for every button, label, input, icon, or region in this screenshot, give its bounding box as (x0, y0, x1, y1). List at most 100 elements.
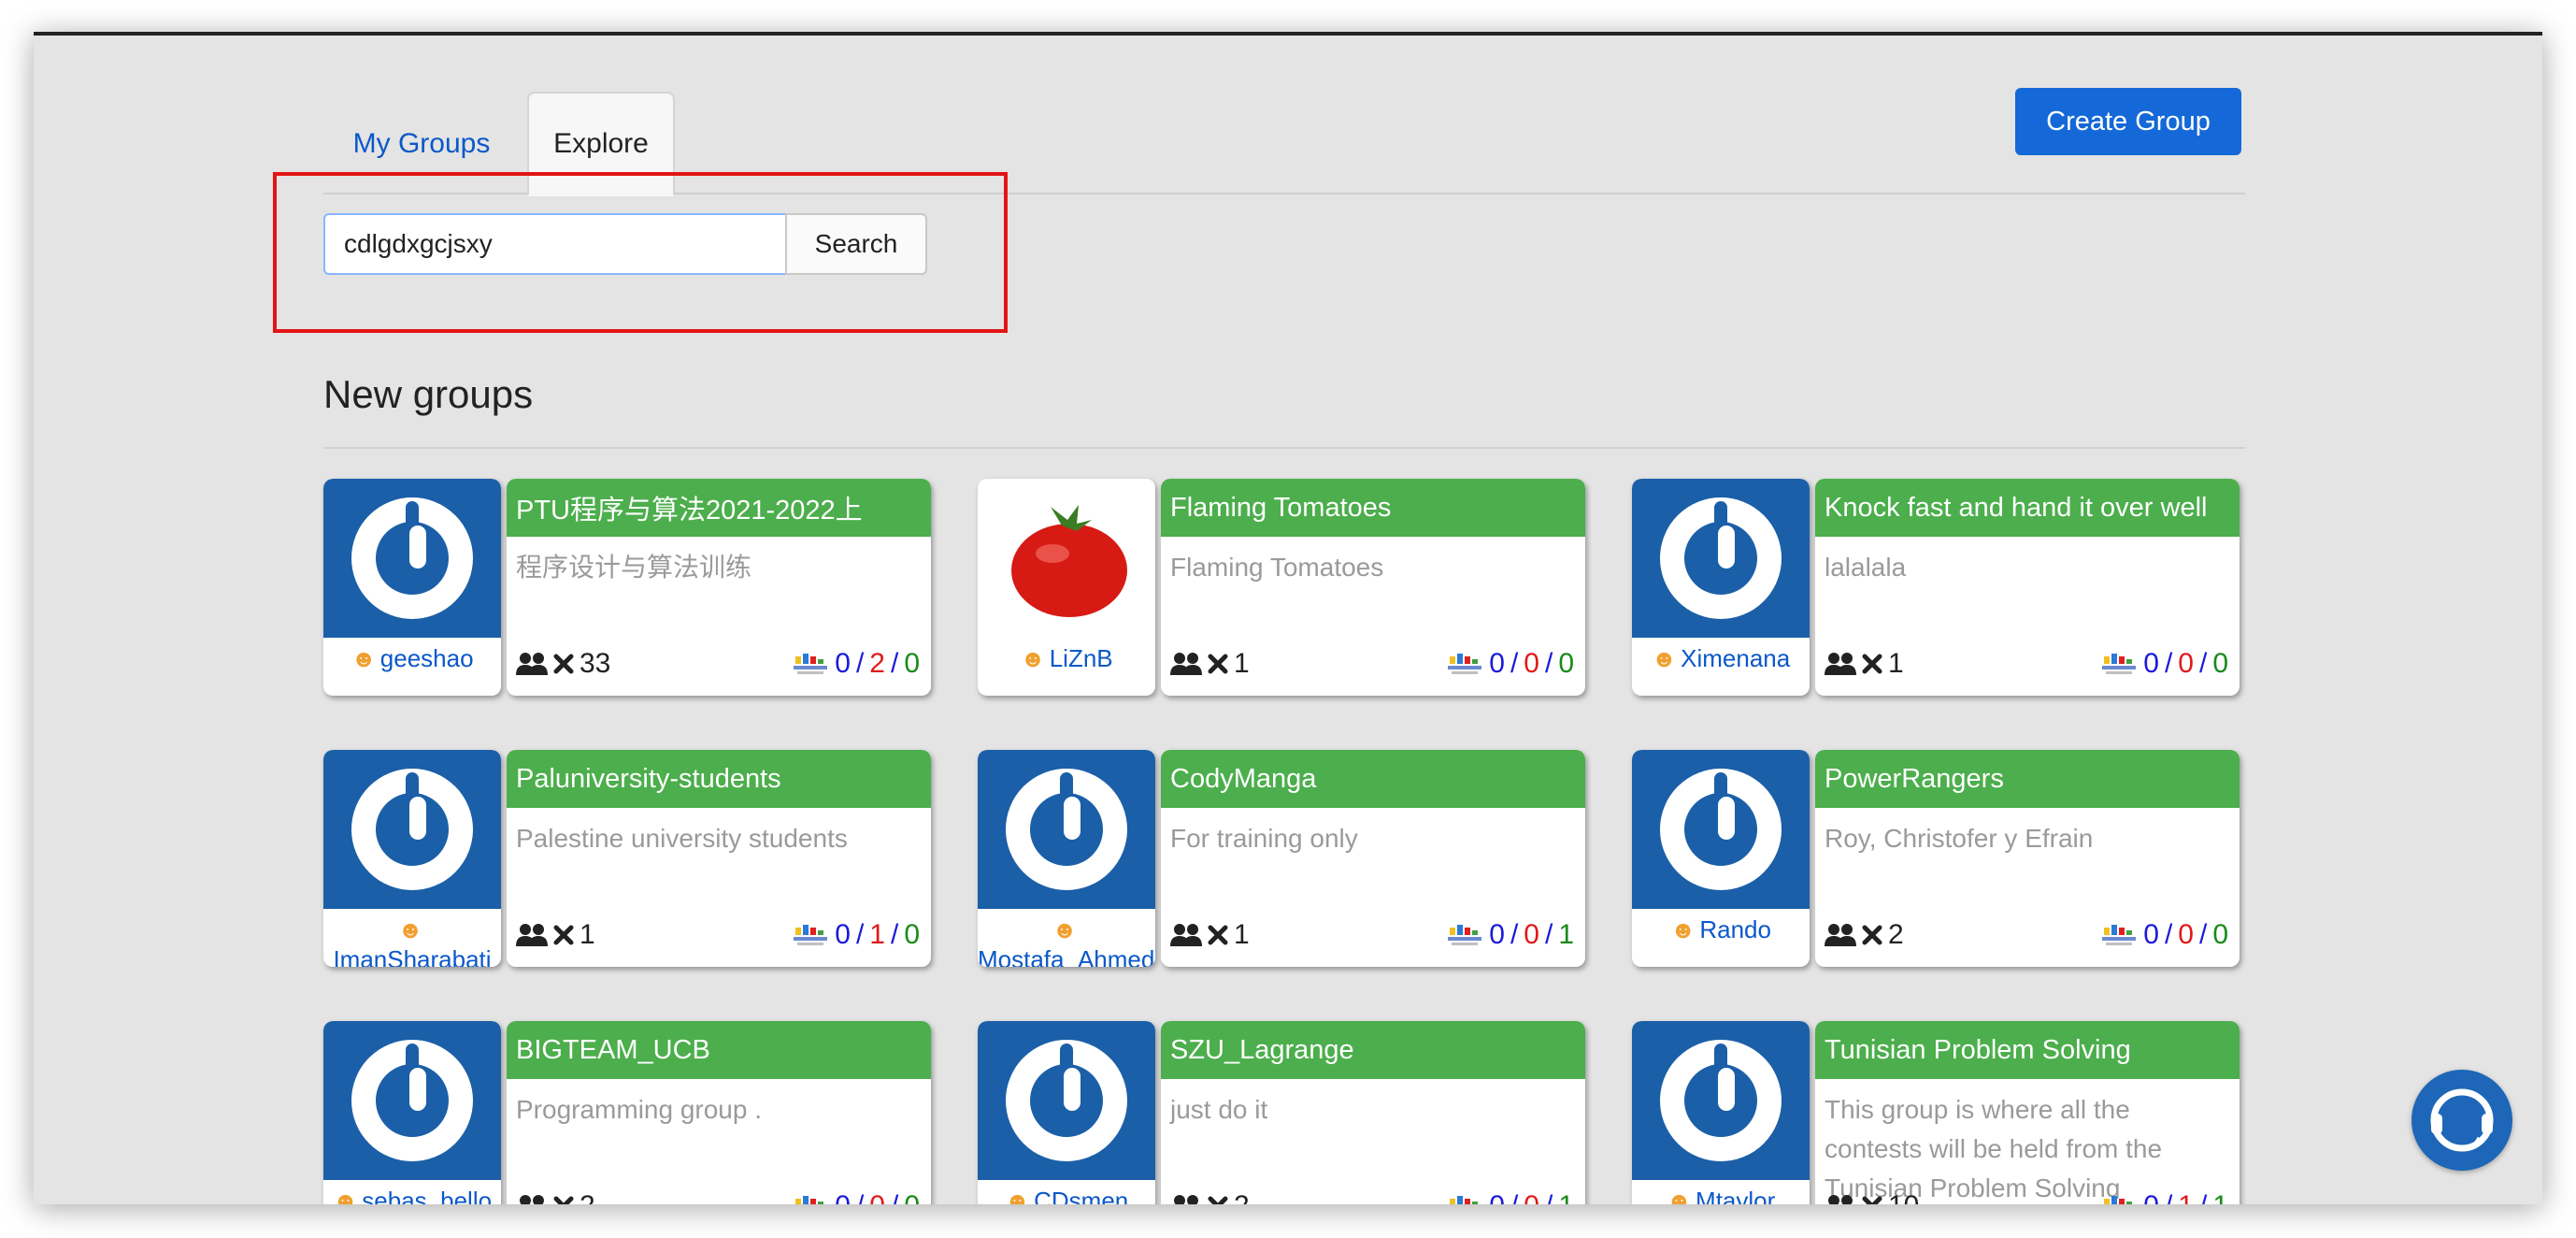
group-avatar-image[interactable] (978, 479, 1155, 638)
group-card[interactable]: ☻ geeshao PTU程序与算法2021-2022上 程序设计与算法训练 33 0/2… (323, 479, 931, 696)
group-name[interactable]: Paluniversity-students (507, 750, 931, 808)
stat-separator: / (891, 1190, 898, 1204)
group-owner-link[interactable]: ☻ sebas_bello (323, 1186, 501, 1204)
group-info[interactable]: PowerRangers Roy, Christofer y Efrain 2 0/0… (1815, 750, 2240, 967)
user-icon: ☻ (1020, 644, 1046, 672)
member-count-value: 10 (1888, 1190, 1919, 1204)
group-avatar[interactable]: ☻ Rando (1632, 750, 1810, 967)
group-description: This group is where all the contests wil… (1825, 1095, 2163, 1199)
group-name[interactable]: Tunisian Problem Solving (1815, 1021, 2240, 1079)
stat-separator: / (1544, 648, 1553, 679)
stat-blue: 0 (835, 1190, 851, 1204)
group-name[interactable]: PTU程序与算法2021-2022上 (507, 479, 931, 537)
group-avatar[interactable]: ☻ Mtaylor (1632, 1021, 1810, 1204)
group-info[interactable]: Flaming Tomatoes Flaming Tomatoes 1 0/0/0 (1161, 479, 1585, 696)
group-info[interactable]: Tunisian Problem Solving This group is wh… (1815, 1021, 2240, 1204)
group-avatar-image[interactable] (1632, 479, 1810, 638)
group-name[interactable]: Knock fast and hand it over well (1815, 479, 2240, 537)
group-info[interactable]: PTU程序与算法2021-2022上 程序设计与算法训练 33 0/2/0 (507, 479, 931, 696)
group-owner-link[interactable]: ☻ Ximenana (1632, 643, 1810, 673)
member-count: 2 (1825, 919, 1904, 951)
group-avatar[interactable]: ☻ geeshao (323, 479, 501, 696)
group-info[interactable]: SZU_Lagrangejust do it 2 0 / 0 / 1 (1161, 1021, 1585, 1204)
group-card[interactable]: ☻CDsmen SZU_Lagrangejust do it 2 0 / 0 / 1 (978, 1021, 1585, 1204)
group-avatar[interactable]: ☻Mostafa_Ahmed123 (978, 750, 1155, 967)
times-icon (553, 1196, 574, 1204)
group-info[interactable]: CodyManga For training only 1 0/0/1 (1161, 750, 1585, 967)
stat-green: 0 (1558, 648, 1574, 679)
group-owner-link[interactable]: ☻ LiZnB (978, 643, 1155, 673)
user-icon: ☻ (397, 915, 423, 943)
group-name[interactable]: CodyManga (1161, 750, 1585, 808)
tomato-icon (1011, 505, 1127, 617)
search-input[interactable] (323, 213, 787, 275)
group-footer: 10 0 / 1 / 1 (1825, 1188, 2228, 1204)
owner-name[interactable]: ImanSharabati (333, 945, 491, 967)
headset-icon (2430, 1088, 2494, 1152)
group-owner-link[interactable]: ☻ geeshao (323, 643, 501, 673)
group-info[interactable]: Knock fast and hand it over well lalalala… (1815, 479, 2240, 696)
group-avatar[interactable]: ☻ LiZnB (978, 479, 1155, 696)
group-owner-link[interactable]: ☻ Rando (1632, 914, 1810, 944)
group-name[interactable]: Flaming Tomatoes (1161, 479, 1585, 537)
support-button[interactable] (2411, 1070, 2512, 1171)
owner-name[interactable]: CDsmen (1034, 1187, 1128, 1204)
group-card[interactable]: ☻ImanSharabati Paluniversity-students Pale… (323, 750, 931, 967)
groups-grid: ☻ geeshao PTU程序与算法2021-2022上 程序设计与算法训练 33 0/2… (323, 479, 2249, 1204)
group-avatar-image[interactable] (323, 750, 501, 909)
group-card[interactable]: ☻ Mtaylor Tunisian Problem Solving This gro… (1632, 1021, 2240, 1204)
search-button[interactable]: Search (785, 213, 927, 275)
owner-name[interactable]: geeshao (380, 644, 474, 672)
group-footer: 1 0/1/0 (516, 916, 920, 954)
group-avatar-image[interactable] (978, 750, 1155, 909)
users-icon (520, 1195, 544, 1204)
stat-separator: / (2165, 1190, 2172, 1204)
group-avatar-image[interactable] (1632, 1021, 1810, 1180)
group-name[interactable]: BIGTEAM_UCB (507, 1021, 931, 1079)
group-info[interactable]: BIGTEAM_UCB Programming group . 2 0 / 0 / 0 (507, 1021, 931, 1204)
owner-name[interactable]: LiZnB (1050, 644, 1113, 672)
users-icon (1170, 653, 1202, 675)
group-card[interactable]: ☻ Ximenana Knock fast and hand it over wel… (1632, 479, 2240, 696)
group-avatar[interactable]: ☻ImanSharabati (323, 750, 501, 967)
times-icon (1862, 1196, 1882, 1204)
group-avatar[interactable]: ☻ Ximenana (1632, 479, 1810, 696)
owner-name[interactable]: Rando (1699, 915, 1771, 943)
group-logo-icon (351, 769, 473, 890)
group-avatar-image[interactable] (1632, 750, 1810, 909)
stat-green: 1 (2212, 1190, 2228, 1204)
group-card[interactable]: ☻Mostafa_Ahmed123 CodyManga For training o… (978, 750, 1585, 967)
group-owner-link[interactable]: ☻Mostafa_Ahmed123 (978, 914, 1155, 967)
group-avatar[interactable]: ☻ CDsmen (978, 1021, 1155, 1204)
group-name[interactable]: SZU_Lagrange (1161, 1021, 1585, 1079)
group-card[interactable]: ☻ Rando PowerRangers Roy, Christofer y Efra… (1632, 750, 2240, 967)
group-footer: 1 0/0/0 (1825, 645, 2228, 683)
contest-stats-icon (1448, 925, 1482, 945)
stat-separator: / (1510, 1190, 1518, 1204)
member-count-value: 1 (1234, 919, 1250, 950)
stat-separator: / (1544, 919, 1553, 950)
group-name[interactable]: PowerRangers (1815, 750, 2240, 808)
group-info[interactable]: Paluniversity-students Palestine universi… (507, 750, 931, 967)
group-description: lalalala (1825, 553, 1907, 582)
group-card[interactable]: ☻ sebas_bello BIGTEAM_UCB Programming group… (323, 1021, 931, 1204)
owner-name[interactable]: Mtaylor (1696, 1187, 1775, 1204)
group-avatar-image[interactable] (323, 1021, 501, 1180)
owner-name[interactable]: Ximenana (1681, 644, 1790, 672)
group-card[interactable]: ☻ LiZnB Flaming Tomatoes Flaming Tomatoes 1 0… (978, 479, 1585, 696)
group-avatar-image[interactable] (323, 479, 501, 638)
create-group-button[interactable]: Create Group (2015, 88, 2241, 155)
owner-name[interactable]: sebas_bello (362, 1187, 492, 1204)
group-owner-link[interactable]: ☻ CDsmen (978, 1186, 1155, 1204)
group-owner-link[interactable]: ☻ImanSharabati (323, 914, 501, 967)
contest-stats-icon (794, 654, 828, 674)
owner-name[interactable]: Mostafa_Ahmed123 (978, 945, 1155, 967)
group-footer: 1 0/0/0 (1170, 645, 1574, 683)
group-avatar[interactable]: ☻ sebas_bello (323, 1021, 501, 1204)
stat-blue: 0 (2143, 648, 2159, 679)
users-icon (516, 924, 548, 946)
group-avatar-image[interactable] (978, 1021, 1155, 1180)
group-footer: 2 0 / 0 / 0 (516, 1188, 920, 1204)
contest-stats: 0 / 1 / 1 (2102, 1190, 2228, 1204)
group-owner-link[interactable]: ☻ Mtaylor (1632, 1186, 1810, 1204)
